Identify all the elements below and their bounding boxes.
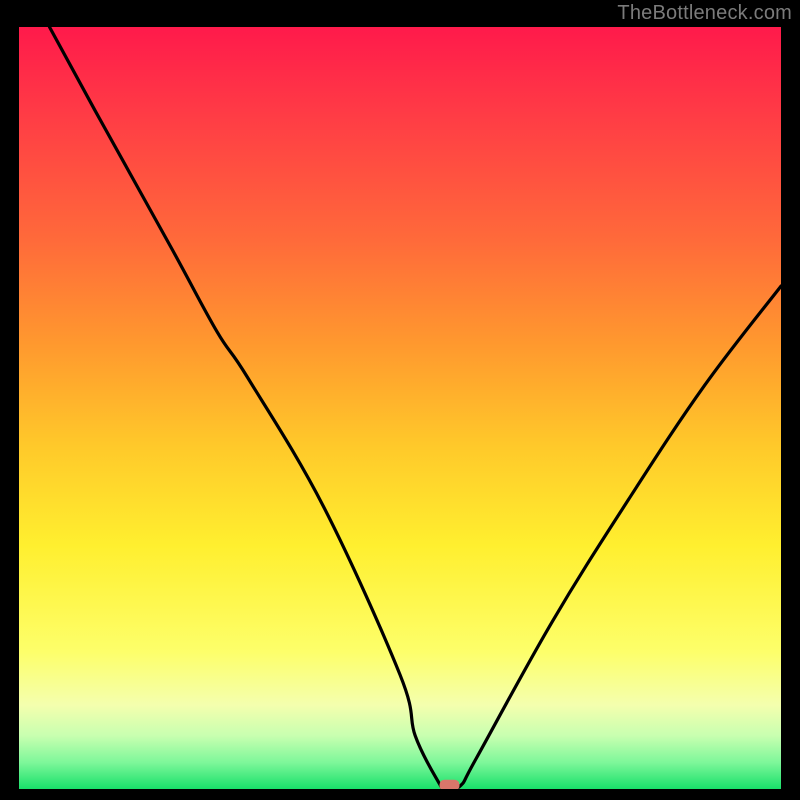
- chart-svg: [19, 27, 781, 789]
- optimum-marker: [440, 780, 460, 789]
- chart-plot-area: [19, 27, 781, 789]
- watermark-text: TheBottleneck.com: [617, 2, 792, 25]
